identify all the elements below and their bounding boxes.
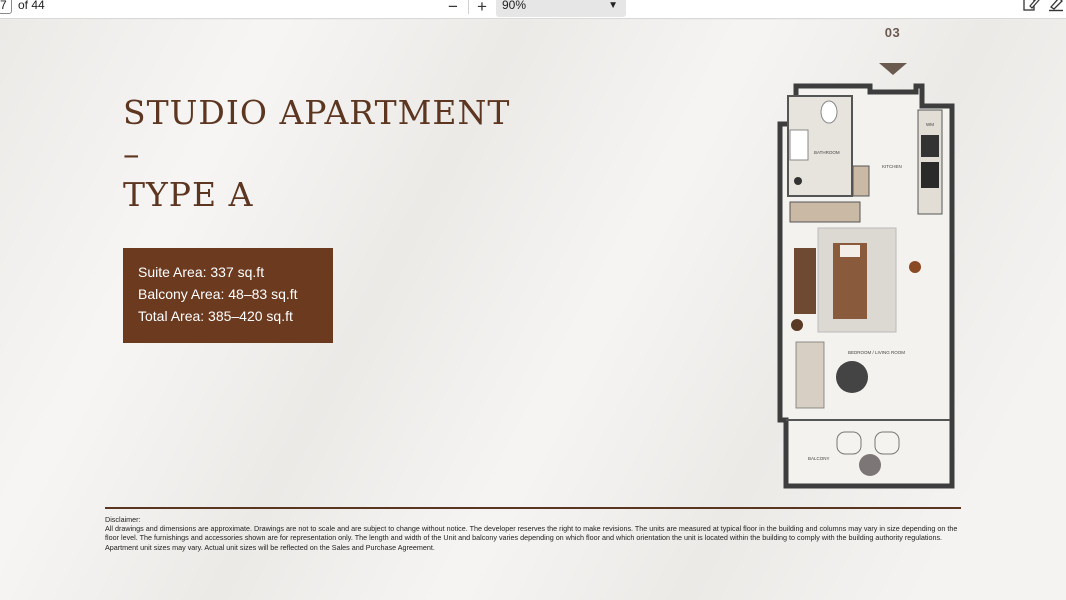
title-line-1: STUDIO APARTMENT – (123, 93, 511, 173)
zoom-out-button[interactable]: − (441, 0, 465, 16)
plan-label-bathroom: BATHROOM (814, 150, 840, 155)
minus-icon: − (448, 0, 458, 16)
chevron-down-icon: ▼ (608, 0, 618, 11)
disclaimer-text: All drawings and dimensions are approxim… (105, 524, 958, 552)
page-total-label: of 44 (18, 0, 45, 12)
page-number-input[interactable]: 7 (0, 0, 12, 14)
zoom-in-button[interactable]: + (470, 0, 494, 16)
plan-label-kitchen: KITCHEN (882, 164, 902, 169)
disclaimer-label: Disclaimer: (105, 515, 141, 524)
total-area-text: Total Area: 385–420 sq.ft (138, 308, 293, 324)
toolbar-separator (468, 0, 469, 14)
suite-area-text: Suite Area: 337 sq.ft (138, 264, 265, 280)
draw-icon (1023, 0, 1040, 11)
highlight-icon (1049, 0, 1063, 12)
pdf-toolbar: 7 of 44 − + 90% ▼ (0, 0, 1066, 19)
plus-icon: + (477, 0, 487, 16)
plan-label-wm: WM (926, 122, 934, 127)
zoom-select[interactable]: 90% ▼ (496, 0, 626, 17)
page-title: STUDIO APARTMENT – TYPE A (123, 92, 523, 215)
area-summary-box: Suite Area: 337 sq.ft Balcony Area: 48–8… (123, 248, 333, 343)
disclaimer-divider (105, 507, 961, 509)
highlight-button[interactable] (1047, 0, 1066, 14)
zoom-value: 90% (502, 0, 527, 12)
disclaimer: Disclaimer: All drawings and dimensions … (105, 515, 965, 552)
draw-button[interactable] (1022, 0, 1042, 14)
plan-label-balcony: BALCONY (808, 456, 830, 461)
balcony-area-text: Balcony Area: 48–83 sq.ft (138, 286, 298, 302)
title-line-2: TYPE A (123, 175, 254, 214)
plan-label-bedroom-living: BEDROOM / LIVING ROOM (848, 350, 905, 355)
floor-plan: BATHROOM WM KITCHEN BEDROOM / LIVING ROO… (777, 83, 955, 489)
